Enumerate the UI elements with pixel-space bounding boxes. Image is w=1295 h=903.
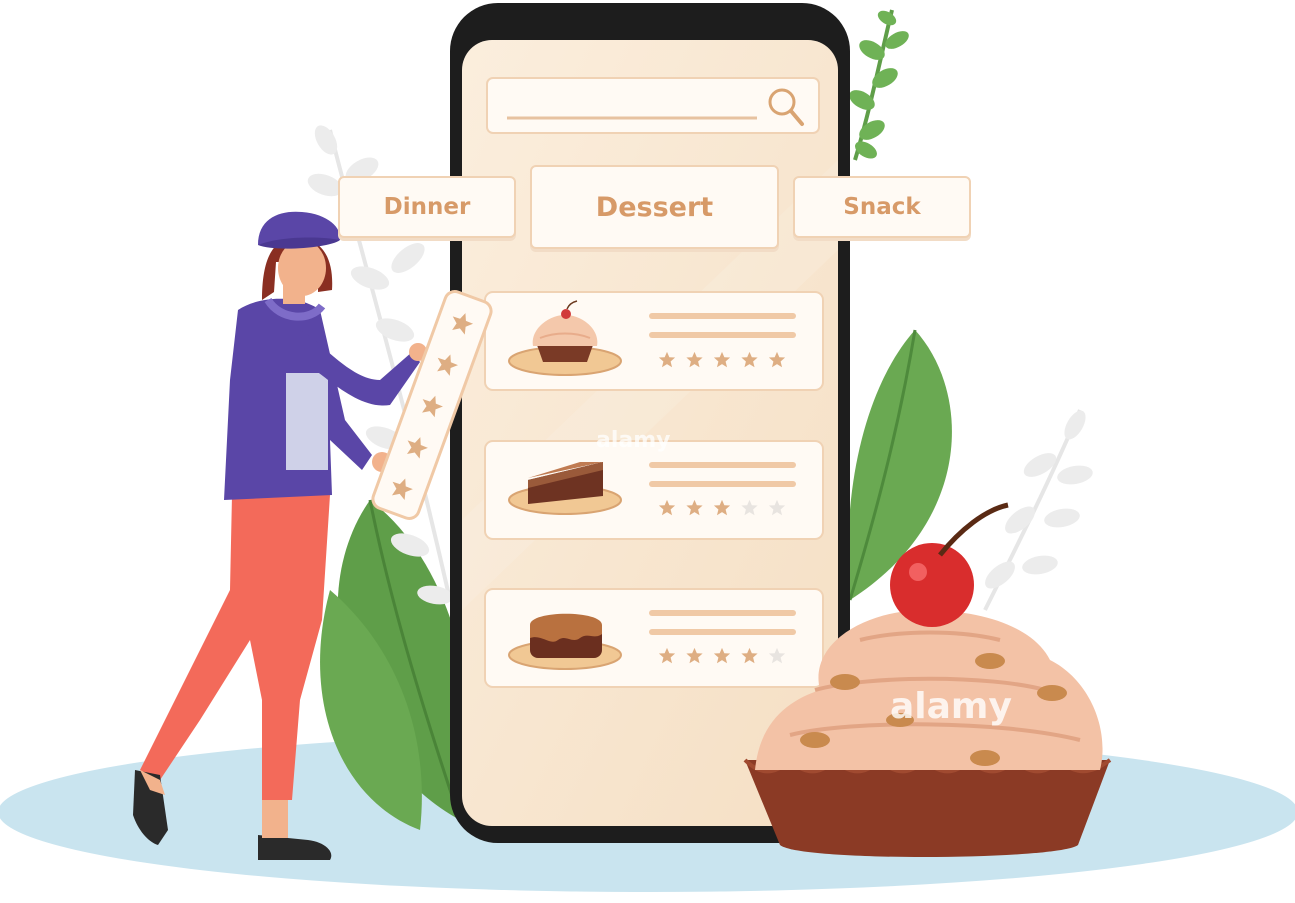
- phone-screen: [462, 40, 838, 826]
- tab-dessert[interactable]: Dessert: [530, 165, 779, 249]
- dessert-card-1[interactable]: [484, 291, 824, 391]
- tab-snack[interactable]: Snack: [793, 176, 971, 238]
- search-bar[interactable]: [486, 77, 820, 134]
- illustration-scene: [0, 3, 1295, 892]
- tab-dinner[interactable]: Dinner: [338, 176, 516, 238]
- dessert-card-3[interactable]: [484, 588, 824, 688]
- dessert-card-2[interactable]: [484, 440, 824, 540]
